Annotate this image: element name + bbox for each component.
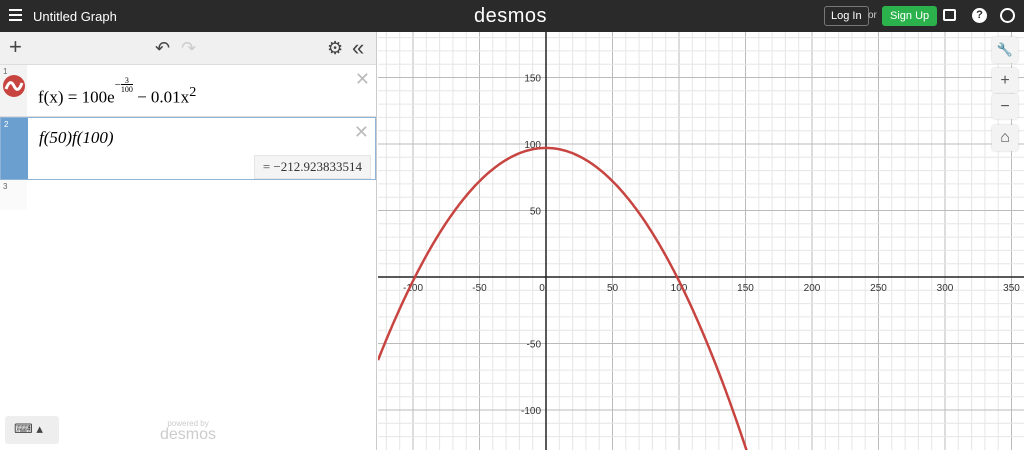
x-tick-label: 200 bbox=[804, 283, 821, 294]
y-tick-label: 150 bbox=[524, 74, 541, 85]
or-label: or bbox=[868, 10, 877, 21]
expression-rhs: − 0.01x bbox=[132, 87, 190, 107]
x-tick-label: 350 bbox=[1003, 283, 1020, 294]
share-icon[interactable] bbox=[943, 9, 956, 21]
zoom-out-button[interactable]: − bbox=[992, 94, 1018, 119]
login-button[interactable]: Log In bbox=[824, 6, 869, 26]
x-tick-label: 50 bbox=[607, 283, 619, 294]
add-expression-button[interactable]: + bbox=[9, 34, 22, 60]
settings-gear-icon[interactable]: ⚙ bbox=[327, 38, 343, 59]
graph-canvas[interactable]: -100 -50 0 50 100 150 200 250 300 35015010050-50-… bbox=[378, 32, 1024, 450]
y-tick-label: 50 bbox=[530, 207, 542, 218]
x-tick-label: 150 bbox=[737, 283, 754, 294]
exponent: −3 100 bbox=[114, 76, 133, 95]
keyboard-toggle-button[interactable]: ⌨ ▴ bbox=[5, 416, 59, 444]
desmos-brand: desmos bbox=[160, 426, 217, 443]
expression-gutter: 1 bbox=[0, 65, 27, 116]
undo-button[interactable]: ↶ bbox=[155, 38, 170, 59]
help-icon[interactable]: ? bbox=[972, 8, 987, 23]
y-tick-label: -50 bbox=[527, 340, 542, 351]
expression-panel: + ↶ ↷ ⚙ « 1 f(x) = 100e− 3 100 − 0.01x2 ✕ … bbox=[0, 32, 377, 450]
expression-toolbar: + ↶ ↷ ⚙ « bbox=[0, 32, 376, 65]
desmos-logo: desmos bbox=[474, 5, 548, 27]
expression-math[interactable]: f(50)f(100) bbox=[39, 128, 114, 148]
collapse-panel-button[interactable]: « bbox=[352, 35, 364, 61]
x-tick-label: 0 bbox=[539, 283, 545, 294]
top-bar: Untitled Graph desmos Log In or Sign Up … bbox=[0, 0, 1024, 32]
home-icon[interactable]: ⌂ bbox=[992, 125, 1018, 151]
expression-number: 3 bbox=[3, 182, 8, 191]
expression-row-3[interactable]: 3 bbox=[0, 180, 376, 210]
language-globe-icon[interactable] bbox=[1000, 8, 1015, 23]
x-tick-label: -50 bbox=[472, 283, 487, 294]
expression-gutter: 2 bbox=[1, 118, 28, 179]
redo-button[interactable]: ↷ bbox=[181, 38, 196, 59]
wrench-icon[interactable]: 🔧 bbox=[992, 37, 1018, 63]
menu-icon[interactable] bbox=[9, 9, 22, 21]
graph-title[interactable]: Untitled Graph bbox=[33, 9, 117, 24]
power: 2 bbox=[189, 84, 197, 100]
delete-expression-icon[interactable]: ✕ bbox=[355, 69, 370, 90]
delete-expression-icon[interactable]: ✕ bbox=[354, 122, 369, 143]
expression-row-2[interactable]: 2 f(50)f(100) ✕ = −212.923833514 bbox=[0, 117, 376, 180]
x-tick-label: 250 bbox=[870, 283, 887, 294]
expression-number: 2 bbox=[4, 120, 9, 129]
expression-lhs: f(x) = 100e bbox=[38, 87, 115, 107]
graph-color-icon[interactable] bbox=[3, 75, 25, 97]
x-tick-label: 300 bbox=[937, 283, 954, 294]
expression-row-1[interactable]: 1 f(x) = 100e− 3 100 − 0.01x2 ✕ bbox=[0, 65, 376, 117]
expression-gutter: 3 bbox=[0, 180, 27, 210]
signup-button[interactable]: Sign Up bbox=[882, 6, 938, 26]
y-tick-label: -100 bbox=[521, 406, 541, 417]
evaluation-result: = −212.923833514 bbox=[253, 155, 371, 179]
zoom-in-button[interactable]: + bbox=[992, 68, 1018, 93]
exponent-denominator: 100 bbox=[120, 84, 133, 95]
powered-by-desmos: powered by desmos bbox=[160, 419, 216, 444]
expression-math[interactable]: f(x) = 100e− 3 100 − 0.01x2 bbox=[38, 76, 197, 108]
